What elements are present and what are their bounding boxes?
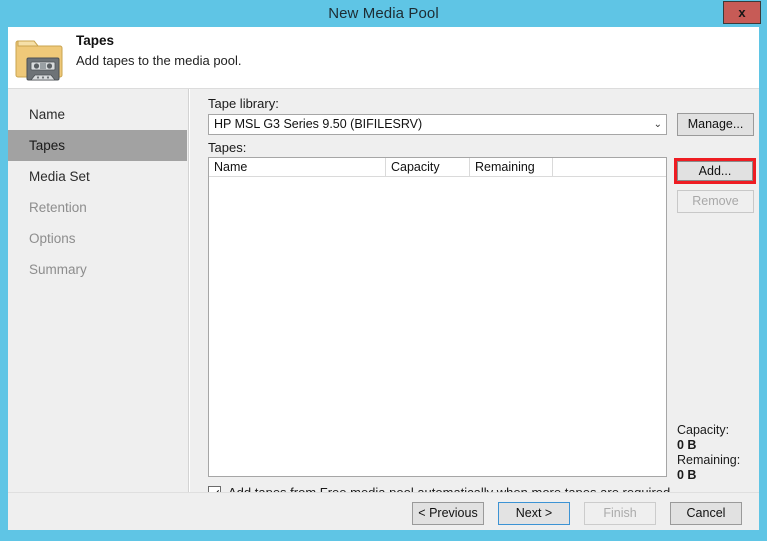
- tape-library-dropdown[interactable]: HP MSL G3 Series 9.50 (BIFILESRV) ⌄: [208, 114, 667, 135]
- content-pane: Tape library: HP MSL G3 Series 9.50 (BIF…: [190, 89, 759, 500]
- column-header-blank[interactable]: [553, 158, 666, 176]
- capacity-value: 0 B: [677, 438, 697, 452]
- tape-library-value: HP MSL G3 Series 9.50 (BIFILESRV): [214, 117, 423, 131]
- finish-button: Finish: [584, 502, 656, 525]
- sidebar-item-tapes[interactable]: Tapes: [8, 130, 187, 161]
- dialog-footer: < Previous Next > Finish Cancel: [8, 492, 759, 530]
- column-header-name[interactable]: Name: [209, 158, 386, 176]
- tapes-label: Tapes:: [208, 140, 247, 155]
- sidebar-item-retention[interactable]: Retention: [8, 192, 187, 223]
- dialog-body: Tapes Add tapes to the media pool. Name …: [8, 27, 759, 530]
- folder-with-tape-icon: [14, 33, 66, 83]
- capacity-label: Capacity:: [677, 423, 730, 437]
- remove-button: Remove: [677, 190, 754, 213]
- title-bar: New Media Pool x: [0, 0, 767, 27]
- manage-button[interactable]: Manage...: [677, 113, 754, 136]
- table-header-row: Name Capacity Remaining: [209, 158, 666, 177]
- wizard-step-nav: Name Tapes Media Set Retention Options S…: [8, 89, 189, 492]
- capacity-summary: Capacity: 0 B Remaining: 0 B: [677, 423, 740, 483]
- cancel-button[interactable]: Cancel: [670, 502, 742, 525]
- sidebar-item-options[interactable]: Options: [8, 223, 187, 254]
- page-title: Tapes: [76, 33, 115, 48]
- wizard-header: Tapes Add tapes to the media pool.: [8, 27, 759, 89]
- close-icon[interactable]: x: [723, 1, 761, 24]
- tapes-table[interactable]: Name Capacity Remaining: [208, 157, 667, 477]
- column-header-remaining[interactable]: Remaining: [470, 158, 553, 176]
- remaining-value: 0 B: [677, 468, 697, 482]
- tape-library-label: Tape library:: [208, 96, 279, 111]
- window-title: New Media Pool: [328, 5, 439, 22]
- table-body-empty[interactable]: [209, 177, 666, 476]
- sidebar-item-summary[interactable]: Summary: [8, 254, 187, 285]
- new-media-pool-dialog: New Media Pool x Tapes Add tapes to the …: [0, 0, 767, 541]
- add-button[interactable]: Add...: [677, 161, 753, 181]
- sidebar-item-name[interactable]: Name: [8, 99, 187, 130]
- chevron-down-icon: ⌄: [653, 119, 662, 130]
- sidebar-item-media-set[interactable]: Media Set: [8, 161, 187, 192]
- next-button[interactable]: Next >: [498, 502, 570, 525]
- remaining-label: Remaining:: [677, 453, 741, 467]
- column-header-capacity[interactable]: Capacity: [386, 158, 470, 176]
- page-subtitle: Add tapes to the media pool.: [76, 53, 242, 68]
- previous-button[interactable]: < Previous: [412, 502, 484, 525]
